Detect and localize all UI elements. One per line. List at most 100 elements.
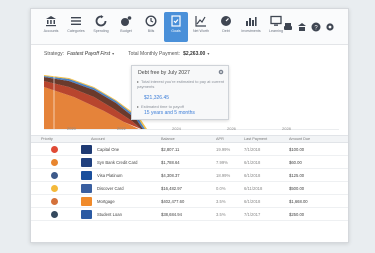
column-header[interactable]: Amount Due xyxy=(289,137,310,141)
account-name[interactable]: Discover Card xyxy=(97,186,124,191)
column-header[interactable]: APR xyxy=(216,137,224,141)
priority-dot xyxy=(51,159,58,166)
balance-cell: $4,308.37 xyxy=(161,173,180,178)
payoff-tooltip: Debt free by July 2027 ▸ Total interest y… xyxy=(131,65,229,120)
last-payment-cell: 6/1/2018 xyxy=(244,160,261,165)
jar-icon xyxy=(121,16,132,26)
balance-cell: $2,807.11 xyxy=(161,147,180,152)
priority-dot xyxy=(51,211,58,218)
apr-cell: 18.99% xyxy=(216,173,231,178)
toolbar: Accounts Categories Spending Budget Bill… xyxy=(31,9,348,45)
column-header[interactable]: Account xyxy=(91,137,105,141)
table-row[interactable]: Capital One $2,807.11 19.99% 7/1/2018 $1… xyxy=(31,143,348,156)
last-payment-cell: 6/1/2018 xyxy=(244,173,261,178)
amount-due-cell[interactable]: $125.00 xyxy=(289,173,304,178)
toolbar-net-worth[interactable]: Net Worth xyxy=(189,12,213,42)
toolbar-label: Categories xyxy=(67,29,85,33)
table-row[interactable]: Mortgage $402,477.60 3.5% 6/1/2018 $1,66… xyxy=(31,195,348,208)
x-axis-tick: 2028 xyxy=(282,126,291,131)
toolbar-goals[interactable]: Goals xyxy=(164,12,188,42)
last-payment-cell: 6/11/2018 xyxy=(244,186,263,191)
balance-cell: $1,788.64 xyxy=(161,160,180,165)
help-icon[interactable]: ? xyxy=(311,22,321,32)
gear-icon[interactable] xyxy=(218,69,224,75)
chevron-down-icon[interactable]: ▾ xyxy=(207,51,209,56)
toolbar-label: Budget xyxy=(120,29,132,33)
priority-dot xyxy=(51,172,58,179)
toolbar-bills[interactable]: Bills xyxy=(139,12,163,42)
tooltip-time-value: 15 years and 5 months xyxy=(144,110,195,116)
table-row[interactable]: Student Loan $38,684.94 3.5% 7/1/2017 $2… xyxy=(31,208,348,221)
last-payment-cell: 7/1/2017 xyxy=(244,212,261,217)
toolbar-label: Investments xyxy=(241,29,261,33)
bank-icon xyxy=(46,16,56,27)
tooltip-title: Debt free by July 2027 xyxy=(138,70,190,76)
apr-cell: 3.5% xyxy=(216,212,226,217)
amount-due-cell[interactable]: $500.00 xyxy=(289,186,304,191)
balance-cell: $402,477.60 xyxy=(161,199,185,204)
toolbar-label: Debt xyxy=(222,29,230,33)
list-icon xyxy=(71,17,81,25)
priority-dot xyxy=(51,185,58,192)
settings-icon[interactable] xyxy=(325,22,335,32)
account-name[interactable]: Capital One xyxy=(97,147,119,152)
account-icon[interactable] xyxy=(297,22,307,32)
last-payment-cell: 6/1/2018 xyxy=(244,199,261,204)
account-name[interactable]: Visa Platinum xyxy=(97,173,123,178)
table-row[interactable]: Discover Card $16,482.97 0.0% 6/11/2018 … xyxy=(31,182,348,195)
gauge-icon xyxy=(221,16,231,26)
toolbar-budget[interactable]: Budget xyxy=(114,12,138,42)
strategy-label: Strategy: xyxy=(44,51,65,57)
chevron-down-icon[interactable]: ▾ xyxy=(112,51,114,56)
amount-due-cell[interactable]: $60.00 xyxy=(289,160,302,165)
amount-due-cell[interactable]: $1,668.00 xyxy=(289,199,308,204)
x-axis-tick: 2024 xyxy=(172,126,181,131)
account-logo xyxy=(81,197,92,206)
apr-cell: 0.0% xyxy=(216,186,226,191)
bar-chart-icon xyxy=(246,17,257,26)
toolbar-label: Bills xyxy=(147,29,155,33)
column-header[interactable]: Last Payment xyxy=(244,137,267,141)
monitor-icon xyxy=(270,15,282,26)
x-axis-tick: 2022 xyxy=(117,126,126,131)
table-header: Priority Account Balance APR Last Paymen… xyxy=(31,135,348,143)
toolbar-categories[interactable]: Categories xyxy=(64,12,88,42)
apr-cell: 3.5% xyxy=(216,199,226,204)
table-row[interactable]: Visa Platinum $4,308.37 18.99% 6/1/2018 … xyxy=(31,169,348,182)
refresh-icon xyxy=(95,15,107,27)
toolbar-debt[interactable]: Debt xyxy=(214,12,238,42)
toolbar-spending[interactable]: Spending xyxy=(89,12,113,42)
account-logo xyxy=(81,171,92,180)
caret-right-icon[interactable]: ▸ xyxy=(137,104,139,109)
app-window: Accounts Categories Spending Budget Bill… xyxy=(30,8,349,243)
column-header[interactable]: Balance xyxy=(161,137,175,141)
tooltip-interest-label: Total interest you're estimated to pay a… xyxy=(137,79,225,89)
column-header[interactable]: Priority xyxy=(41,137,53,141)
x-axis-tick: 2026 xyxy=(227,126,236,131)
x-axis-tick: 2020 xyxy=(67,126,76,131)
account-logo xyxy=(81,145,92,154)
amount-due-cell[interactable]: $250.00 xyxy=(289,212,304,217)
account-name[interactable]: Student Loan xyxy=(97,212,122,217)
toolbar-label: Accounts xyxy=(43,29,59,33)
toolbar-accounts[interactable]: Accounts xyxy=(39,12,63,42)
tooltip-interest-row: ▸ Total interest you're estimated to pay … xyxy=(137,79,225,89)
account-logo xyxy=(81,210,92,219)
strategy-select[interactable]: Fastest Payoff First xyxy=(67,51,110,57)
account-name[interactable]: Mortgage xyxy=(97,199,115,204)
balance-cell: $16,482.97 xyxy=(161,186,182,191)
total-payment-value[interactable]: $2,263.00 xyxy=(183,51,205,57)
flag-icon xyxy=(171,15,181,27)
priority-dot xyxy=(51,146,58,153)
strategy-bar: Strategy: Fastest Payoff First ▾ Total Mont… xyxy=(44,51,223,57)
total-payment-label: Total Monthly Payment: xyxy=(128,51,181,57)
account-name[interactable]: Syn Bank Credit Card xyxy=(97,160,138,165)
account-logo xyxy=(81,158,92,167)
toolbar-investments[interactable]: Investments xyxy=(239,12,263,42)
tooltip-time-label: Estimated time to payoff xyxy=(141,104,184,109)
account-logo xyxy=(81,184,92,193)
amount-due-cell[interactable]: $100.00 xyxy=(289,147,304,152)
print-icon[interactable] xyxy=(283,22,293,32)
table-row[interactable]: Syn Bank Credit Card $1,788.64 7.99% 6/1… xyxy=(31,156,348,169)
last-payment-cell: 7/1/2018 xyxy=(244,147,261,152)
